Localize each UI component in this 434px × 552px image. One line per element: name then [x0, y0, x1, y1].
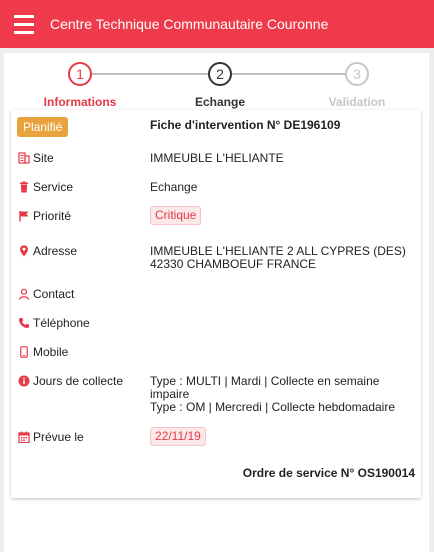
step-validation[interactable]: 3 Validation	[307, 62, 407, 109]
phone-icon	[19, 318, 29, 328]
adresse-value: IMMEUBLE L'HELIANTE 2 ALL CYPRES (DES) 4…	[150, 245, 410, 271]
priorite-label-text: Priorité	[33, 209, 72, 223]
adresse-line-2: 42330 CHAMBOEUF FRANCE	[150, 257, 317, 271]
mobile-label: Mobile	[18, 345, 68, 359]
site-label: Site	[18, 151, 54, 165]
app-bar: Centre Technique Communautaire Couronne	[0, 0, 434, 48]
telephone-label: Téléphone	[18, 316, 90, 330]
mobile-icon	[20, 346, 28, 358]
step-number: 1	[68, 62, 92, 86]
status-badge: Planifié	[17, 117, 69, 137]
prevue-label-text: Prévue le	[33, 430, 84, 444]
flag-icon	[19, 211, 29, 222]
priorite-value: Critique	[150, 206, 410, 225]
service-value: Echange	[150, 180, 198, 194]
date-chip: 22/11/19	[150, 427, 206, 446]
service-label-text: Service	[33, 180, 74, 194]
jours-value: Type : MULTI | Mardi | Collecte en semai…	[150, 375, 405, 414]
app-title: Centre Technique Communautaire Couronne	[50, 16, 329, 32]
jours-label: Jours de collecte	[18, 374, 123, 388]
hamburger-menu-icon[interactable]	[0, 0, 48, 48]
info-icon	[18, 375, 30, 387]
step-informations[interactable]: 1 Informations	[30, 62, 130, 109]
site-value: IMMEUBLE L'HELIANTE	[150, 151, 284, 165]
building-icon	[18, 152, 30, 164]
intervention-card: Planifié Fiche d'intervention N° DE19610…	[11, 110, 421, 498]
step-label: Validation	[328, 95, 386, 109]
telephone-label-text: Téléphone	[33, 316, 90, 330]
prevue-label: Prévue le	[18, 430, 84, 444]
step-number: 3	[345, 62, 369, 86]
trash-icon	[20, 181, 28, 193]
fiche-title: Fiche d'intervention N° DE196109	[150, 118, 341, 132]
contact-label-text: Contact	[33, 287, 75, 301]
site-label-text: Site	[33, 151, 54, 165]
step-label: Informations	[43, 95, 117, 109]
order-reference: Ordre de service N° OS190014	[242, 466, 415, 480]
calendar-icon	[18, 431, 30, 443]
jours-line-1: Type : MULTI | Mardi | Collecte en semai…	[150, 374, 380, 401]
service-label: Service	[18, 180, 73, 194]
step-label: Echange	[194, 95, 245, 109]
step-number: 2	[208, 62, 232, 86]
map-pin-icon	[20, 245, 28, 257]
jours-line-2: Type : OM | Mercredi | Collecte hebdomad…	[150, 400, 396, 414]
adresse-label-text: Adresse	[33, 244, 78, 258]
contact-label: Contact	[18, 287, 74, 301]
jours-label-text: Jours de collecte	[33, 374, 124, 388]
step-echange[interactable]: 2 Echange	[170, 62, 270, 109]
user-icon	[18, 288, 30, 300]
mobile-label-text: Mobile	[33, 345, 69, 359]
priorite-label: Priorité	[18, 209, 71, 223]
prevue-value: 22/11/19	[150, 427, 410, 446]
priority-chip: Critique	[150, 206, 202, 225]
stepper: 1 Informations 2 Echange 3 Validation	[4, 53, 429, 109]
main-sheet: 1 Informations 2 Echange 3 Validation Pl…	[4, 53, 429, 552]
adresse-label: Adresse	[18, 244, 77, 258]
